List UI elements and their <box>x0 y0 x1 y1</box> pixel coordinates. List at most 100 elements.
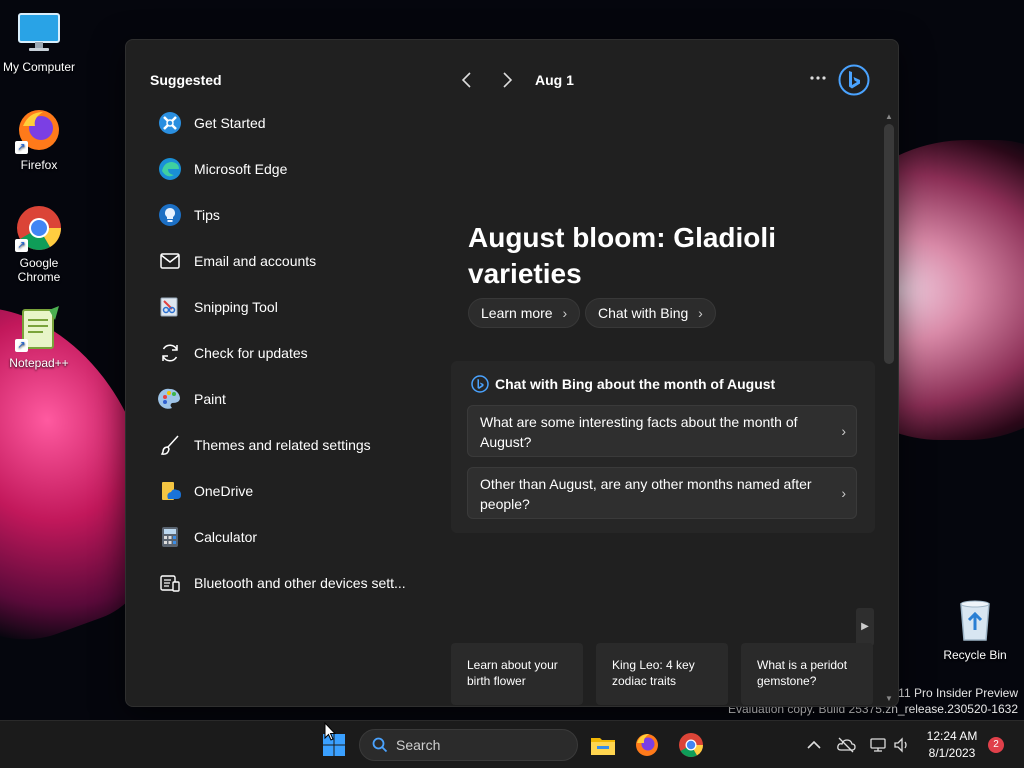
chat-with-bing-button[interactable]: Chat with Bing › <box>585 298 716 328</box>
next-day-button[interactable] <box>495 68 519 92</box>
brush-icon <box>158 433 182 457</box>
previous-day-button[interactable] <box>455 68 479 92</box>
suggested-item-edge[interactable]: Microsoft Edge <box>158 146 418 192</box>
suggested-item-check-updates[interactable]: Check for updates <box>158 330 418 376</box>
watermark-line-1: 11 Pro Insider Preview <box>898 686 1018 700</box>
cloud-offline-icon <box>837 737 856 753</box>
suggested-item-onedrive[interactable]: OneDrive <box>158 468 418 514</box>
suggested-item-label: Bluetooth and other devices sett... <box>194 575 406 591</box>
chevron-right-icon: › <box>841 485 846 501</box>
desktop-icon-recycle-bin[interactable]: Recycle Bin <box>937 596 1013 662</box>
more-dots-icon <box>810 76 826 80</box>
suggested-item-label: OneDrive <box>194 483 254 499</box>
paint-icon <box>158 387 182 411</box>
suggested-item-label: Calculator <box>194 529 258 545</box>
story-card-text: What is a peridot gemstone? <box>757 658 848 688</box>
calculator-icon <box>158 525 182 549</box>
shortcut-arrow-icon: ↗ <box>15 141 28 154</box>
snipping-tool-icon <box>158 295 182 319</box>
learn-more-label: Learn more <box>481 305 553 321</box>
suggested-item-snipping-tool[interactable]: Snipping Tool <box>158 284 418 330</box>
notepadpp-icon: ↗ <box>15 304 63 352</box>
recycle-bin-icon <box>951 596 999 644</box>
desktop-icon-label: Notepad++ <box>9 356 69 370</box>
carousel-next-button[interactable]: ▶ <box>856 608 874 646</box>
desktop-icon-chrome[interactable]: ↗ Google Chrome <box>1 204 77 284</box>
chrome-icon: ↗ <box>15 204 63 252</box>
show-hidden-icons-button[interactable] <box>804 735 824 755</box>
suggested-item-label: Microsoft Edge <box>194 161 288 177</box>
suggested-item-themes[interactable]: Themes and related settings <box>158 422 418 468</box>
desktop-icon-label: My Computer <box>2 60 76 74</box>
story-card-text: Learn about your birth flower <box>467 658 558 688</box>
tips-icon <box>158 203 182 227</box>
shortcut-arrow-icon: ↗ <box>15 339 28 352</box>
taskbar-firefox[interactable] <box>631 729 663 761</box>
tray-volume[interactable] <box>892 735 912 755</box>
bing-chat-card: Chat with Bing about the month of August… <box>451 361 875 533</box>
desktop-icon-firefox[interactable]: ↗ Firefox <box>1 106 77 172</box>
suggested-item-paint[interactable]: Paint <box>158 376 418 422</box>
suggested-list: Get Started Microsoft Edge Tips Email an… <box>158 100 418 606</box>
suggested-item-calculator[interactable]: Calculator <box>158 514 418 560</box>
notification-badge[interactable]: 2 <box>988 737 1004 753</box>
speaker-icon <box>894 737 907 753</box>
taskbar-chrome[interactable] <box>675 729 707 761</box>
desktop-icon-label: Firefox <box>20 158 58 172</box>
chat-card-title-text: Chat with Bing about the month of August <box>495 376 776 392</box>
caret-right-icon: ▶ <box>861 621 869 632</box>
chat-question-1[interactable]: What are some interesting facts about th… <box>467 405 857 457</box>
learn-more-button[interactable]: Learn more › <box>468 298 581 328</box>
search-placeholder: Search <box>396 737 441 753</box>
suggested-item-get-started[interactable]: Get Started <box>158 100 418 146</box>
taskbar-file-explorer[interactable] <box>587 729 619 761</box>
chevron-right-icon <box>503 72 513 88</box>
story-card-text: King Leo: 4 key zodiac traits <box>612 658 695 688</box>
clock-date: 8/1/2023 <box>928 746 976 760</box>
chevron-right-icon: › <box>841 423 846 439</box>
tray-network[interactable] <box>868 735 888 755</box>
suggested-item-label: Themes and related settings <box>194 437 371 453</box>
bing-button[interactable] <box>838 64 870 96</box>
refresh-icon <box>158 341 182 365</box>
start-menu-panel: Suggested Get Started Microsoft Edge Tip… <box>125 39 899 707</box>
firefox-icon <box>636 734 658 756</box>
edge-icon <box>158 157 182 181</box>
desktop-icon-my-computer[interactable]: My Computer <box>1 8 77 74</box>
taskbar-search[interactable]: Search <box>359 729 578 761</box>
suggested-item-label: Snipping Tool <box>194 299 278 315</box>
date-label: Aug 1 <box>535 72 574 88</box>
suggested-item-label: Paint <box>194 391 226 407</box>
search-icon <box>372 737 388 753</box>
tray-cloud-offline[interactable] <box>836 735 856 755</box>
suggested-item-email[interactable]: Email and accounts <box>158 238 418 284</box>
chevron-right-icon: › <box>562 305 568 321</box>
chat-question-text: What are some interesting facts about th… <box>480 414 798 450</box>
scroll-down-icon[interactable]: ▼ <box>885 694 893 703</box>
desktop-icon-notepadpp[interactable]: ↗ Notepad++ <box>1 304 77 370</box>
scroll-up-icon[interactable]: ▲ <box>885 112 893 121</box>
suggested-item-bluetooth-devices[interactable]: Bluetooth and other devices sett... <box>158 560 418 606</box>
network-icon <box>870 738 886 752</box>
monitor-icon <box>15 8 63 56</box>
suggested-item-tips[interactable]: Tips <box>158 192 418 238</box>
taskbar: Search 12:24 AM 8/1/2023 2 <box>0 720 1024 768</box>
story-card-birth-flower[interactable]: Learn about your birth flower <box>451 643 583 705</box>
more-options-button[interactable] <box>806 66 830 90</box>
bing-icon <box>838 64 870 96</box>
chat-question-text: Other than August, are any other months … <box>480 476 812 512</box>
story-card-peridot[interactable]: What is a peridot gemstone? <box>741 643 873 705</box>
suggested-item-label: Tips <box>194 207 220 223</box>
chrome-icon <box>679 733 703 758</box>
suggested-item-label: Check for updates <box>194 345 308 361</box>
chat-with-bing-label: Chat with Bing <box>598 305 689 321</box>
story-card-king-leo[interactable]: King Leo: 4 key zodiac traits <box>596 643 728 705</box>
chat-question-2[interactable]: Other than August, are any other months … <box>467 467 857 519</box>
feature-headline[interactable]: August bloom: Gladioli varieties <box>468 220 788 292</box>
mail-icon <box>158 249 182 273</box>
chevron-up-icon <box>807 740 821 749</box>
desktop-icon-label: Google Chrome <box>17 256 61 284</box>
scrollbar-thumb[interactable] <box>884 124 894 364</box>
taskbar-clock[interactable]: 12:24 AM 8/1/2023 <box>918 728 986 762</box>
suggested-item-label: Get Started <box>194 115 266 131</box>
